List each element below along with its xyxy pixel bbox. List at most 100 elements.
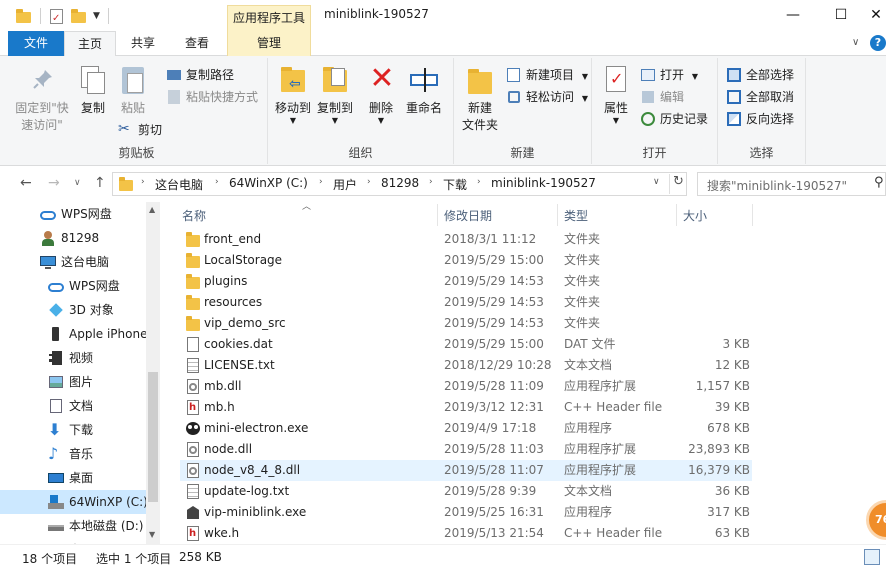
table-row[interactable]: plugins 2019/5/29 14:53 文件夹 xyxy=(180,271,752,292)
sidebar-item-documents[interactable]: 文档 xyxy=(0,394,146,418)
copy-button[interactable]: 复制 xyxy=(76,64,110,117)
sidebar-item-drive-c[interactable]: 64WinXP (C:) xyxy=(0,490,148,514)
sidebar-item-this-pc[interactable]: 这台电脑 xyxy=(0,250,146,274)
sidebar-item-music[interactable]: ♪ 音乐 xyxy=(0,442,146,466)
breadcrumb-user[interactable]: 81298 xyxy=(381,176,419,190)
breadcrumb-downloads[interactable]: 下载 xyxy=(443,176,467,193)
table-row[interactable]: LocalStorage 2019/5/29 15:00 文件夹 xyxy=(180,250,752,271)
select-none-button[interactable]: 全部取消 xyxy=(726,87,794,107)
table-row[interactable]: vip_demo_src 2019/5/29 14:53 文件夹 xyxy=(180,313,752,334)
easy-access-button[interactable]: 轻松访问 ▼ xyxy=(506,87,588,107)
copy-to-button[interactable]: 复制到 ▼ xyxy=(316,64,354,125)
properties-button[interactable]: ✓ 属性 ▼ xyxy=(598,64,634,125)
breadcrumb-current-folder[interactable]: miniblink-190527 xyxy=(491,176,596,190)
copy-path-button[interactable]: 复制路径 xyxy=(166,65,234,85)
file-size: 23,893 KB xyxy=(688,442,750,456)
paste-icon xyxy=(117,64,149,96)
table-row[interactable]: mini-electron.exe 2019/4/9 17:18 应用程序 678 K… xyxy=(180,418,752,439)
table-row[interactable]: node_v8_4_8.dll 2019/5/28 11:07 应用程序扩展 16,3… xyxy=(180,460,752,481)
sidebar-item-user[interactable]: 81298 xyxy=(0,226,146,250)
breadcrumb-drive-c[interactable]: 64WinXP (C:) xyxy=(229,176,308,190)
scrollbar-thumb[interactable] xyxy=(148,372,158,502)
history-button[interactable]: 历史记录 xyxy=(640,109,708,129)
scroll-up-icon[interactable]: ▲ xyxy=(149,205,155,214)
details-view-button[interactable] xyxy=(864,549,880,565)
sidebar-item-wps-cloud-pc[interactable]: WPS网盘 xyxy=(0,274,146,298)
properties-icon[interactable]: ✓ xyxy=(49,7,65,25)
file-type: 应用程序扩展 xyxy=(564,442,637,456)
breadcrumb-this-pc[interactable]: 这台电脑 xyxy=(155,176,203,193)
sidebar-item-videos[interactable]: 视频 xyxy=(0,346,146,370)
breadcrumb-users[interactable]: 用户 xyxy=(333,176,357,193)
tab-view[interactable]: 查看 xyxy=(170,31,224,56)
rename-button[interactable]: 重命名 xyxy=(402,64,446,117)
column-header-type[interactable]: 类型 xyxy=(564,207,588,224)
table-row[interactable]: LICENSE.txt 2018/12/29 10:28 文本文档 12 KB xyxy=(180,355,752,376)
column-header-name[interactable]: 名称 xyxy=(182,207,206,224)
table-row[interactable]: cookies.dat 2019/5/29 15:00 DAT 文件 3 KB xyxy=(180,334,752,355)
sidebar-item-3d-objects[interactable]: 3D 对象 xyxy=(0,298,146,322)
new-folder-button[interactable]: 新建 文件夹 xyxy=(460,64,500,134)
address-row: ← → ∨ ↑ › 这台电脑 › 64WinXP (C:) › 用户 › 812… xyxy=(0,166,886,202)
maximize-button[interactable]: ☐ xyxy=(818,0,864,31)
sidebar-item-downloads[interactable]: ⬇ 下载 xyxy=(0,418,146,442)
help-icon[interactable]: ? xyxy=(870,35,886,51)
tab-manage[interactable]: 管理 xyxy=(227,31,311,56)
move-to-button[interactable]: ⇦ 移动到 ▼ xyxy=(274,64,312,125)
column-header-size[interactable]: 大小 xyxy=(683,207,707,224)
copy-to-label: 复制到 xyxy=(316,101,353,115)
table-row[interactable]: front_end 2018/3/1 11:12 文件夹 xyxy=(180,229,752,250)
edit-button[interactable]: 编辑 xyxy=(640,87,684,107)
cut-button[interactable]: ✂ 剪切 xyxy=(118,120,162,140)
column-separator[interactable] xyxy=(752,204,753,226)
back-button[interactable]: ← xyxy=(20,175,32,191)
paste-shortcut-button[interactable]: 粘贴快捷方式 xyxy=(166,87,258,107)
column-separator[interactable] xyxy=(676,204,677,226)
paste-button[interactable]: 粘贴 xyxy=(114,64,152,117)
header-file-icon: h xyxy=(186,400,200,415)
sidebar-item-pictures[interactable]: 图片 xyxy=(0,370,146,394)
open-button[interactable]: 打开 ▼ xyxy=(640,65,698,85)
sidebar-item-iphone[interactable]: Apple iPhone xyxy=(0,322,147,346)
pin-icon xyxy=(26,64,58,96)
tab-share[interactable]: 共享 xyxy=(118,31,168,56)
table-row[interactable]: node.dll 2019/5/28 11:03 应用程序扩展 23,893 KB xyxy=(180,439,752,460)
recent-locations-chevron-icon[interactable]: ∨ xyxy=(74,178,81,188)
new-folder-icon[interactable] xyxy=(71,7,87,25)
sidebar-item-desktop[interactable]: 桌面 xyxy=(0,466,146,490)
close-button[interactable]: ✕ xyxy=(866,0,886,31)
select-all-button[interactable]: 全部选择 xyxy=(726,65,794,85)
tab-home[interactable]: 主页 xyxy=(64,31,116,57)
sidebar-scrollbar[interactable]: ▲ ▼ xyxy=(146,202,160,544)
table-row[interactable]: vip-miniblink.exe 2019/5/25 16:31 应用程序 317 … xyxy=(180,502,752,523)
pin-quick-access-button[interactable]: 固定到"快 速访问" xyxy=(12,64,72,134)
new-folder-icon xyxy=(464,64,496,96)
table-row[interactable]: resources 2019/5/29 14:53 文件夹 xyxy=(180,292,752,313)
address-bar[interactable]: › 这台电脑 › 64WinXP (C:) › 用户 › 81298 › 下载 … xyxy=(112,172,687,196)
forward-button[interactable]: → xyxy=(48,175,60,191)
scroll-down-icon[interactable]: ▼ xyxy=(149,530,155,539)
new-item-button[interactable]: 新建项目 ▼ xyxy=(506,65,588,85)
select-none-icon xyxy=(726,89,742,105)
table-row[interactable]: mb.dll 2019/5/28 11:09 应用程序扩展 1,157 KB xyxy=(180,376,752,397)
up-button[interactable]: ↑ xyxy=(94,175,106,191)
minimize-button[interactable]: — xyxy=(770,0,816,31)
chevron-down-icon[interactable]: ▼ xyxy=(93,7,103,25)
sidebar-item-wps-cloud[interactable]: WPS网盘 xyxy=(0,202,146,226)
column-separator[interactable] xyxy=(557,204,558,226)
chevron-down-icon[interactable]: ∨ xyxy=(653,177,660,187)
invert-selection-button[interactable]: 反向选择 xyxy=(726,109,794,129)
table-row[interactable]: update-log.txt 2019/5/28 9:39 文本文档 36 KB xyxy=(180,481,752,502)
chevron-down-icon[interactable]: ∨ xyxy=(852,37,859,48)
column-header-date[interactable]: 修改日期 xyxy=(444,207,492,224)
table-row[interactable]: h mb.h 2019/3/12 12:31 C++ Header file 39 KB xyxy=(180,397,752,418)
tab-file[interactable]: 文件 xyxy=(8,31,64,56)
search-input[interactable]: 搜索"miniblink-190527" ⚲ xyxy=(697,172,886,196)
column-separator[interactable] xyxy=(437,204,438,226)
table-row[interactable]: h wke.h 2019/5/13 21:54 C++ Header file 63 K… xyxy=(180,523,752,544)
refresh-icon[interactable]: ↻ xyxy=(669,174,687,194)
sidebar-item-drive-d[interactable]: 本地磁盘 (D:) xyxy=(0,514,146,538)
delete-button[interactable]: ✕ 删除 ▼ xyxy=(366,64,396,125)
search-icon[interactable]: ⚲ xyxy=(874,175,884,190)
organize-group: ⇦ 移动到 ▼ 复制到 ▼ ✕ 删除 ▼ 重命名 组织 xyxy=(268,58,454,164)
